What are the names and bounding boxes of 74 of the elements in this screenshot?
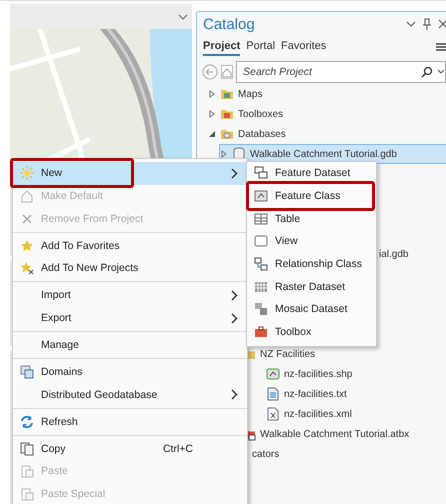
tree-item-label: nz-facilities.shp — [284, 368, 352, 380]
house-icon — [20, 189, 34, 204]
chevron-down-icon — [406, 20, 416, 28]
menu-item[interactable]: Add To New Projects — [13, 257, 247, 280]
chevron-right-icon — [230, 290, 238, 301]
search-icon — [421, 66, 433, 78]
house-icon — [221, 65, 233, 79]
chevron-right-icon — [230, 312, 238, 324]
chevron-right-icon — [230, 389, 238, 400]
tree-row[interactable]: Databases — [197, 124, 446, 144]
layers-icon — [254, 166, 268, 180]
tree-item-label: NZ Facilities — [260, 348, 316, 360]
panel-title: Catalog — [203, 16, 256, 32]
menu-item[interactable]: Raster Dataset — [247, 275, 376, 298]
tree-row[interactable]: Maps — [197, 84, 446, 104]
menu-item[interactable]: View — [247, 230, 376, 253]
tree-item-label: nz-facilities.txt — [284, 388, 347, 400]
menu-item[interactable]: Toolbox — [247, 320, 376, 344]
expanded-triangle-icon[interactable] — [208, 130, 216, 138]
tree-item-label: Databases — [238, 128, 286, 140]
sun-icon — [20, 166, 34, 180]
chevron-down-icon — [437, 68, 445, 76]
menu-item[interactable]: Relationship Class — [247, 252, 376, 276]
clipboard-icon — [20, 464, 34, 478]
collapsed-triangle-icon[interactable] — [208, 110, 216, 118]
tab[interactable]: Project — [203, 38, 240, 56]
text-file-icon — [266, 387, 280, 401]
menu-item[interactable]: Import — [13, 284, 247, 307]
menu-item[interactable]: Manage — [13, 334, 247, 356]
close-icon — [20, 212, 34, 226]
copy-icon — [20, 442, 34, 456]
star-icon — [20, 261, 34, 276]
close-icon — [438, 19, 446, 29]
feature-class-icon — [254, 189, 268, 204]
star-icon — [20, 238, 34, 253]
shapefile-icon — [266, 367, 280, 381]
tree-item-label: ial.gdb — [379, 248, 408, 260]
menu-item[interactable]: Feature Class — [247, 184, 376, 208]
tree-item-label: Maps — [238, 88, 262, 100]
search-field[interactable]: Search Project — [241, 65, 417, 79]
chevron-down-icon — [178, 12, 188, 20]
menu-item[interactable]: Add To Favorites — [13, 234, 247, 258]
menu-item[interactable]: Copy Ctrl+C — [13, 437, 247, 460]
tree-row[interactable]: Toolboxes — [197, 104, 446, 124]
tree-item-label: Walkable Catchment Tutorial.gdb — [250, 148, 397, 160]
pin-icon — [422, 18, 432, 30]
clipboard-icon — [20, 486, 34, 501]
folder-icon — [220, 87, 234, 101]
folder-icon — [220, 127, 234, 141]
tree-item-label: nz-facilities.xml — [284, 408, 352, 420]
menu-item[interactable]: Mosaic Dataset — [247, 298, 376, 321]
grid-icon — [254, 280, 268, 294]
tab[interactable]: Portal — [246, 38, 276, 56]
collapsed-triangle-icon[interactable] — [208, 90, 216, 98]
folder-icon — [220, 107, 234, 121]
relationship-icon — [254, 257, 268, 272]
tree-item-label: cators — [252, 448, 280, 460]
menu-item[interactable]: Refresh — [13, 410, 247, 433]
mosaic-icon — [254, 302, 268, 316]
shortcut-text: Ctrl+C — [162, 442, 193, 455]
menu-item[interactable]: Export — [13, 306, 247, 330]
toolbox-icon — [254, 325, 268, 340]
tree-item-label: Walkable Catchment Tutorial.atbx — [260, 428, 410, 440]
tab[interactable]: Favorites — [281, 38, 326, 56]
tree-item-label: Toolboxes — [238, 108, 284, 120]
refresh-icon — [20, 414, 34, 429]
view-icon — [254, 234, 268, 248]
xml-file-icon — [266, 407, 280, 421]
menu-item[interactable]: Feature Dataset — [247, 162, 376, 185]
chevron-right-icon — [230, 168, 238, 179]
menu-icon — [436, 42, 446, 52]
collapsed-triangle-icon[interactable] — [220, 150, 228, 158]
search-box[interactable]: Search Project — [236, 61, 446, 83]
menu-item[interactable]: Table — [247, 207, 376, 230]
